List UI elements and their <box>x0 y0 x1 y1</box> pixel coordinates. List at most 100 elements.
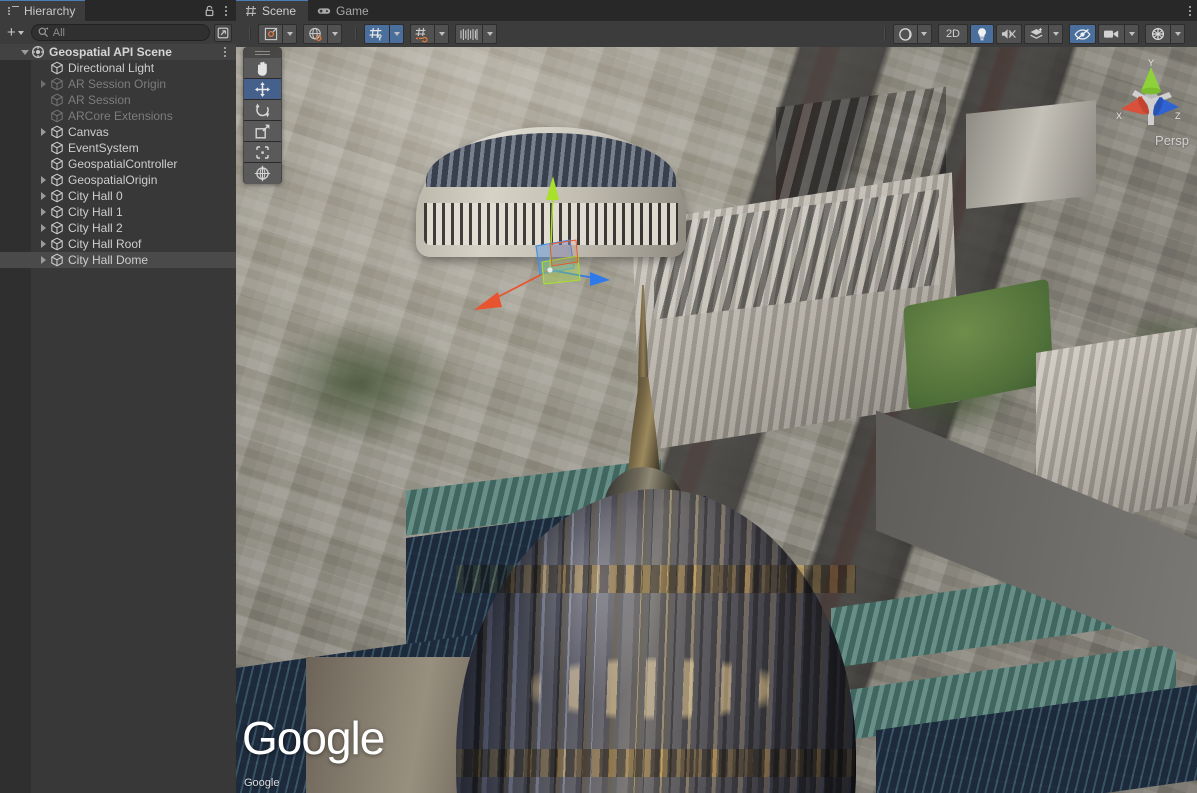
hierarchy-item-row[interactable]: EventSystem <box>0 140 236 156</box>
draw-mode-dropdown[interactable] <box>917 24 932 44</box>
chevron-right-icon[interactable] <box>37 188 50 204</box>
audio-toggle-button[interactable] <box>996 24 1022 44</box>
dome-cupola <box>456 489 856 793</box>
chevron-right-icon[interactable] <box>37 124 50 140</box>
grid-snap-group: Y <box>364 24 404 44</box>
hierarchy-item-row[interactable]: ARCore Extensions <box>0 108 236 124</box>
scale-tool[interactable] <box>244 121 281 142</box>
add-gameobject-button[interactable]: + <box>4 24 27 42</box>
tab-scene[interactable]: Scene <box>236 0 308 21</box>
chevron-down-icon[interactable] <box>18 44 31 60</box>
scene-viewport[interactable]: Y X Z <box>236 47 1197 793</box>
chevron-right-icon[interactable] <box>37 236 50 252</box>
lightbulb-icon <box>976 27 988 42</box>
hierarchy-item-row[interactable]: City Hall 0 <box>0 188 236 204</box>
shaded-sphere-icon <box>898 27 913 42</box>
handle-space-button[interactable] <box>303 24 327 44</box>
search-input[interactable]: All <box>31 24 210 41</box>
move-gizmo[interactable] <box>458 170 638 360</box>
chevron-down-icon <box>921 32 927 36</box>
hierarchy-item-label: Geospatial API Scene <box>49 45 172 59</box>
scene-orientation-gizmo[interactable]: Y X Z <box>1115 57 1185 135</box>
dome-rib-shadows <box>456 489 856 793</box>
grid-snap-dropdown[interactable] <box>389 24 404 44</box>
axis-z-label: Z <box>1175 111 1181 121</box>
hierarchy-item-row[interactable]: Canvas <box>0 124 236 140</box>
open-in-panel-icon[interactable] <box>214 24 232 42</box>
gameobject-cube-icon <box>50 189 64 203</box>
pivot-mode-dropdown[interactable] <box>282 24 297 44</box>
row-kebab-menu-icon[interactable] <box>220 45 230 59</box>
chevron-down-icon <box>18 31 24 35</box>
overlay-drag-handle[interactable] <box>243 47 282 58</box>
gizmos-dropdown[interactable] <box>1170 24 1185 44</box>
handle-space-dropdown[interactable] <box>327 24 342 44</box>
hierarchy-item-row[interactable]: GeospatialOrigin <box>0 172 236 188</box>
twisty-spacer <box>37 60 50 76</box>
snap-increment-button[interactable] <box>410 24 434 44</box>
scene-view-panel: Scene Game <box>236 0 1197 793</box>
hierarchy-item-row[interactable]: City Hall 2 <box>0 220 236 236</box>
hierarchy-item-label: City Hall 1 <box>68 205 123 219</box>
tab-hierarchy[interactable]: Hierarchy <box>0 0 85 21</box>
hierarchy-item-row[interactable]: Directional Light <box>0 60 236 76</box>
scene-panel-menu-icon[interactable] <box>1189 0 1191 21</box>
hierarchy-scene-root-row[interactable]: Geospatial API Scene <box>0 44 236 60</box>
projection-mode-label[interactable]: Persp <box>1155 133 1189 148</box>
fx-toggle-button[interactable] <box>1024 24 1048 44</box>
gameobject-cube-icon <box>50 77 64 91</box>
toolbar-separator <box>355 27 357 41</box>
hierarchy-item-row[interactable]: AR Session <box>0 92 236 108</box>
kebab-menu-icon[interactable] <box>220 4 232 17</box>
chevron-right-icon[interactable] <box>37 252 50 268</box>
scene-tools-overlay <box>243 47 282 184</box>
hierarchy-item-row[interactable]: AR Session Origin <box>0 76 236 92</box>
chevron-right-icon[interactable] <box>37 204 50 220</box>
layer-slider-button[interactable] <box>455 24 482 44</box>
gameobject-cube-icon <box>50 173 64 187</box>
chevron-right-icon[interactable] <box>37 220 50 236</box>
transform-tool[interactable] <box>244 163 281 184</box>
camera-settings-button[interactable] <box>1098 24 1124 44</box>
chevron-right-icon[interactable] <box>37 172 50 188</box>
hierarchy-item-label: EventSystem <box>68 141 139 155</box>
move-tool[interactable] <box>244 79 281 100</box>
hierarchy-item-row[interactable]: GeospatialController <box>0 156 236 172</box>
gizmos-globe-icon <box>1150 26 1166 42</box>
camera-dropdown[interactable] <box>1124 24 1139 44</box>
2d-toggle-button[interactable]: 2D <box>938 24 968 44</box>
scene-visibility-button[interactable] <box>1069 24 1096 44</box>
snap-increment-dropdown[interactable] <box>434 24 449 44</box>
gameobject-cube-icon <box>50 125 64 139</box>
twisty-spacer <box>37 92 50 108</box>
hierarchy-item-row[interactable]: City Hall Dome <box>0 252 236 268</box>
hierarchy-item-row[interactable]: City Hall Roof <box>0 236 236 252</box>
gizmos-group <box>1145 24 1185 44</box>
pivot-mode-button[interactable] <box>258 24 282 44</box>
rotate-tool[interactable] <box>244 100 281 121</box>
layer-slider-dropdown[interactable] <box>482 24 497 44</box>
gamepad-icon <box>317 5 331 17</box>
rect-tool[interactable] <box>244 142 281 163</box>
gameobject-cube-icon <box>50 61 64 75</box>
lock-icon[interactable] <box>203 4 216 17</box>
hierarchy-item-label: GeospatialController <box>68 157 177 171</box>
fx-dropdown[interactable] <box>1048 24 1063 44</box>
hierarchy-item-label: AR Session <box>68 93 131 107</box>
draw-mode-button[interactable] <box>893 24 917 44</box>
scene-toolbar: Y <box>236 21 1197 47</box>
hierarchy-tree[interactable]: Geospatial API SceneDirectional LightAR … <box>0 44 236 793</box>
lighting-toggle-button[interactable] <box>970 24 994 44</box>
axis-x-label: X <box>1116 111 1122 121</box>
tab-game[interactable]: Game <box>308 0 381 21</box>
gizmos-toggle-button[interactable] <box>1145 24 1170 44</box>
layer-slider-icon <box>460 28 478 41</box>
hierarchy-item-label: ARCore Extensions <box>68 109 173 123</box>
gameobject-cube-icon <box>50 221 64 235</box>
hierarchy-item-label: City Hall 2 <box>68 221 123 235</box>
hierarchy-item-row[interactable]: City Hall 1 <box>0 204 236 220</box>
chevron-right-icon[interactable] <box>37 76 50 92</box>
hand-tool[interactable] <box>244 58 281 79</box>
grid-snap-button[interactable]: Y <box>364 24 389 44</box>
axis-y-label: Y <box>1148 58 1154 68</box>
